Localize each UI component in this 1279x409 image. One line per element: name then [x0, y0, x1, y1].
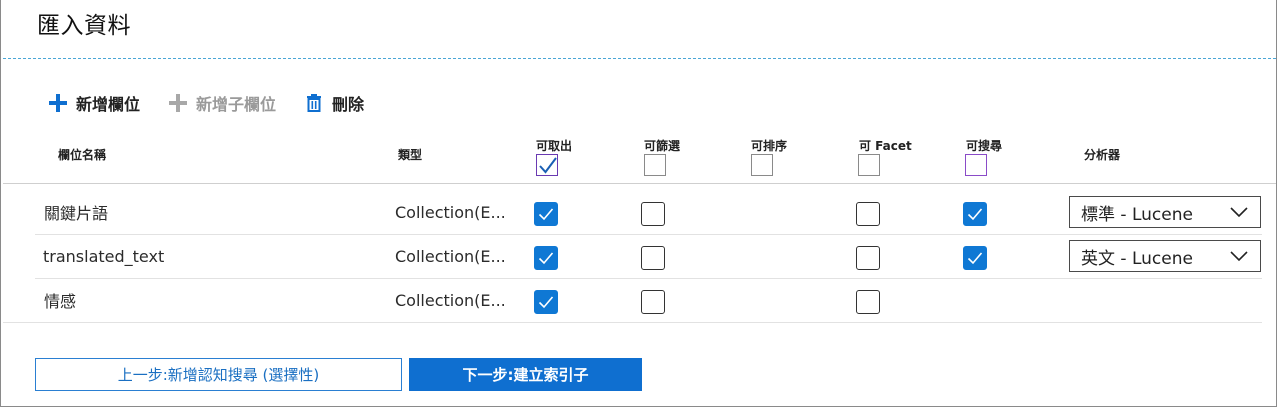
field-name: 情感	[44, 292, 77, 311]
add-subfield-button[interactable]: 新增子欄位	[168, 91, 276, 115]
field-toolbar: 新增欄位 新增子欄位 刪除	[48, 90, 392, 116]
facetable-checkbox[interactable]	[856, 290, 880, 314]
table-row: 關鍵片語 Collection(E... 標準 - Lucene	[0, 190, 1279, 234]
checkmark-icon	[967, 208, 983, 221]
field-type: Collection(E...	[395, 202, 506, 222]
col-header-searchable: 可搜尋	[966, 139, 1003, 153]
header-checkbox-facetable[interactable]	[858, 154, 880, 176]
checkmark-icon	[967, 252, 983, 265]
retrievable-checkbox[interactable]	[534, 290, 558, 314]
plus-icon	[169, 94, 188, 112]
checkmark-icon	[538, 252, 554, 265]
header-divider	[3, 183, 1276, 184]
add-field-button[interactable]: 新增欄位	[48, 91, 140, 115]
analyzer-value: 標準 - Lucene	[1081, 204, 1193, 225]
filterable-checkbox[interactable]	[641, 246, 665, 270]
facetable-checkbox[interactable]	[856, 202, 880, 226]
checkmark-icon	[539, 157, 557, 174]
page-title: 匯入資料	[37, 13, 131, 39]
field-name: 關鍵片語	[44, 204, 109, 223]
checkmark-icon	[538, 296, 554, 309]
header-checkbox-retrievable[interactable]	[536, 154, 558, 176]
table-row: 情感 Collection(E...	[0, 278, 1279, 322]
plus-icon	[49, 94, 67, 112]
trash-icon	[307, 94, 322, 112]
col-header-type: 類型	[398, 148, 423, 162]
analyzer-select[interactable]: 英文 - Lucene	[1069, 240, 1261, 272]
previous-step-button[interactable]: 上一步:新增認知搜尋 (選擇性)	[35, 358, 402, 391]
col-header-retrievable: 可取出	[536, 139, 573, 153]
col-header-facetable: 可 Facet	[859, 139, 912, 153]
facetable-checkbox[interactable]	[856, 246, 880, 270]
searchable-checkbox[interactable]	[963, 246, 987, 270]
chevron-down-icon	[1230, 251, 1248, 262]
analyzer-select[interactable]: 標準 - Lucene	[1069, 196, 1261, 228]
retrievable-checkbox[interactable]	[534, 202, 558, 226]
chevron-down-icon	[1230, 207, 1248, 218]
filterable-checkbox[interactable]	[641, 202, 665, 226]
retrievable-checkbox[interactable]	[534, 246, 558, 270]
col-header-filterable: 可篩選	[644, 139, 681, 153]
col-header-name: 欄位名稱	[58, 148, 107, 162]
field-type: Collection(E...	[395, 246, 506, 266]
col-header-sortable: 可排序	[751, 139, 788, 153]
delete-label: 刪除	[332, 95, 365, 114]
field-table-header: 欄位名稱 類型 可取出 可篩選 可排序 可 Facet 可搜尋 分析器	[0, 130, 1279, 180]
delete-button[interactable]: 刪除	[304, 91, 364, 115]
next-step-button[interactable]: 下一步:建立索引子	[409, 358, 642, 391]
add-field-label: 新增欄位	[76, 95, 141, 114]
analyzer-value: 英文 - Lucene	[1081, 248, 1193, 269]
title-divider	[3, 58, 1276, 59]
field-type: Collection(E...	[395, 290, 506, 310]
header-checkbox-filterable[interactable]	[644, 154, 666, 176]
table-row: translated_text Collection(E... 英文 - Luc…	[0, 234, 1279, 278]
checkmark-icon	[538, 208, 554, 221]
row-divider	[3, 322, 1262, 323]
searchable-checkbox[interactable]	[963, 202, 987, 226]
field-name: translated_text	[43, 246, 165, 266]
header-checkbox-searchable[interactable]	[965, 154, 987, 176]
filterable-checkbox[interactable]	[641, 290, 665, 314]
add-subfield-label: 新增子欄位	[196, 95, 277, 114]
header-checkbox-sortable[interactable]	[751, 154, 773, 176]
col-header-analyzer: 分析器	[1084, 148, 1121, 162]
